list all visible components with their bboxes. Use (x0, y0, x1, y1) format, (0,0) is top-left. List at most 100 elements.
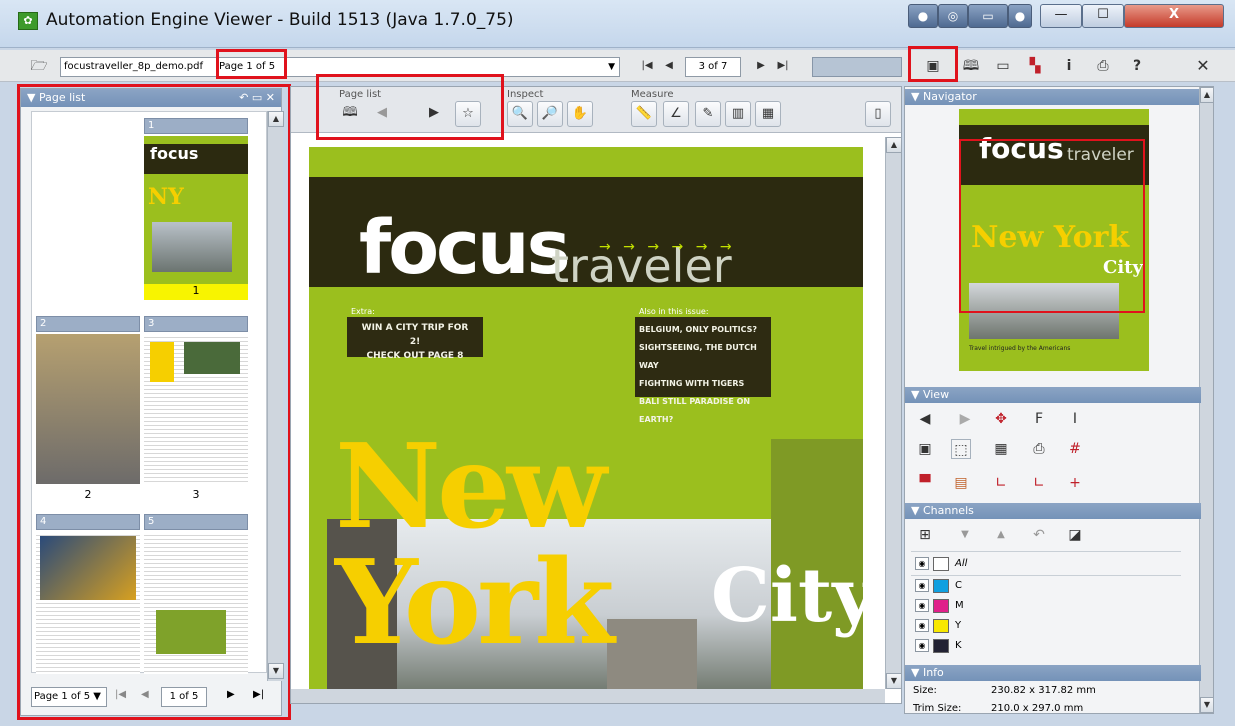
navigator-title: Navigator (922, 90, 977, 103)
scroll-down-icon[interactable]: ▼ (886, 673, 902, 689)
ruler-icon[interactable]: 📏 (631, 101, 657, 127)
info-icon[interactable]: i (1058, 57, 1080, 75)
thumb-page-2[interactable] (36, 334, 140, 484)
eye-icon[interactable]: ◉ (915, 639, 929, 652)
page-list-scrollbar[interactable]: ▲ ▼ (267, 111, 284, 681)
channel-label: C (955, 580, 962, 591)
table-icon[interactable]: ⊞ (915, 525, 935, 545)
also-label: Also in this issue: (639, 307, 709, 316)
eye-icon[interactable]: ◉ (915, 619, 929, 632)
book-icon[interactable]: 🕮 (960, 57, 982, 75)
thumb-page-5[interactable] (144, 532, 248, 674)
globe-icon[interactable]: ● (908, 4, 938, 28)
thumb-page-3-photo (184, 342, 240, 374)
star-icon[interactable]: ☆ (455, 101, 481, 127)
trim-box-icon[interactable]: ▣ (915, 439, 935, 459)
navigator-header: ▼ Navigator (905, 89, 1201, 105)
scroll-up-icon[interactable]: ▲ (268, 111, 284, 127)
bleed-box-icon[interactable]: ⬚ (951, 439, 971, 459)
page-indicator-input[interactable]: 3 of 7 (685, 57, 741, 77)
scroll-up-icon[interactable]: ▲ (1200, 87, 1214, 103)
prev-icon[interactable]: ◀ (915, 409, 935, 429)
maximize-button[interactable]: ☐ (1082, 4, 1124, 28)
grid-icon[interactable]: # (1065, 439, 1085, 459)
navigator-viewport[interactable] (959, 139, 1145, 313)
contrast-icon[interactable]: ◪ (1065, 525, 1085, 545)
thumb-photo (152, 222, 232, 272)
zoom-in-icon[interactable]: 🔍 (507, 101, 533, 127)
grid-measure-icon[interactable]: ▦ (755, 101, 781, 127)
spread-icon[interactable]: 🕮 (337, 101, 363, 127)
thumb-label-selected: 1 (144, 284, 248, 300)
page-field[interactable]: 1 of 5 (161, 687, 207, 707)
baseline-icon[interactable]: ▀ (915, 473, 935, 493)
prev-page-icon[interactable]: ◀ (658, 57, 680, 75)
next-icon[interactable]: ▶ (955, 409, 975, 429)
help-icon[interactable]: ? (1126, 57, 1148, 75)
thumb-page-4[interactable] (36, 532, 140, 674)
inspector-scrollbar[interactable]: ▲ ▼ (1199, 87, 1214, 713)
open-folder-icon[interactable]: 🗁 (28, 57, 50, 75)
file-selector[interactable]: focustraveller_8p_demo.pdf Page 1 of 5 ▼ (60, 57, 620, 77)
printer-icon[interactable]: ⎙ (1029, 439, 1049, 459)
prev-page-icon[interactable]: ◀ (141, 689, 149, 700)
document-view: Page list Inspect Measure 🕮 ◀ ▶ ☆ 🔍 🔎 ✋ … (290, 86, 902, 704)
window-icon[interactable]: ▭ (968, 4, 1008, 28)
close-button[interactable]: X (1124, 4, 1224, 28)
next-page-icon[interactable]: ▶ (750, 57, 772, 75)
window-title: Automation Engine Viewer - Build 1513 (J… (46, 10, 514, 30)
flip-icon[interactable]: F (1029, 409, 1049, 429)
print-icon[interactable]: ⎙ (1092, 57, 1114, 75)
eye-icon[interactable]: ◉ (915, 557, 929, 570)
eyedropper-icon[interactable]: ✎ (695, 101, 721, 127)
navigator-toggle-icon[interactable]: ▣ (922, 57, 944, 75)
down-icon[interactable]: ▼ (955, 525, 975, 545)
eye-icon[interactable]: ◉ (915, 599, 929, 612)
angle-icon[interactable]: ∟ (991, 473, 1011, 493)
close-document-icon[interactable]: ✕ (1192, 57, 1214, 75)
panel-toggle-icon[interactable]: ▯ (865, 101, 891, 127)
dot-icon[interactable]: ● (1008, 4, 1032, 28)
pattern-icon[interactable]: ▦ (991, 439, 1011, 459)
thumb-page-3[interactable] (144, 334, 248, 484)
main-toolbar: 🗁 focustraveller_8p_demo.pdf Page 1 of 5… (0, 50, 1235, 82)
first-page-icon[interactable]: |◀ (636, 57, 658, 75)
angle-icon[interactable]: ∠ (663, 101, 689, 127)
navigator-preview[interactable]: focus traveler New York City Travel intr… (959, 109, 1149, 371)
up-icon[interactable]: ▲ (991, 525, 1011, 545)
minimize-button[interactable]: — (1040, 4, 1082, 28)
document-scrollbar[interactable]: ▲ ▼ (885, 137, 902, 689)
app-icon: ✿ (18, 12, 38, 30)
page-canvas[interactable]: focus traveler → → → → → → Extra: Win a … (309, 147, 875, 693)
zoom-out-icon[interactable]: 🔎 (537, 101, 563, 127)
undo-icon[interactable]: ↶ (1029, 525, 1049, 545)
thumb-page-1[interactable]: focus NY (144, 136, 248, 284)
crosshair-icon[interactable]: + (1065, 473, 1085, 493)
text-tool-icon[interactable]: I (1065, 409, 1085, 429)
last-page-icon[interactable]: ▶| (253, 689, 264, 700)
horizontal-scrollbar[interactable] (291, 689, 885, 703)
next-spread-icon[interactable]: ▶ (421, 101, 447, 127)
zoom-field[interactable] (812, 57, 902, 77)
eye-icon[interactable]: ◉ (915, 579, 929, 592)
prev-spread-icon[interactable]: ◀ (369, 101, 395, 127)
last-page-icon[interactable]: ▶| (772, 57, 794, 75)
scroll-down-icon[interactable]: ▼ (268, 663, 284, 679)
first-page-icon[interactable]: |◀ (115, 689, 126, 700)
densitometer-icon[interactable]: ▥ (725, 101, 751, 127)
scroll-up-icon[interactable]: ▲ (886, 137, 902, 153)
panel-controls-icon[interactable]: ↶ ▭ ✕ (239, 89, 275, 107)
separations-icon[interactable]: ▚ (1024, 57, 1046, 75)
scroll-down-icon[interactable]: ▼ (1200, 697, 1214, 713)
next-page-icon[interactable]: ▶ (227, 689, 235, 700)
corner-icon[interactable]: ∟ (1029, 473, 1049, 493)
hand-icon[interactable]: ✋ (567, 101, 593, 127)
overlay-icon[interactable]: ▤ (951, 473, 971, 493)
move-icon[interactable]: ✥ (991, 409, 1011, 429)
chevron-down-icon[interactable]: ▼ (608, 58, 615, 76)
frame-icon[interactable]: ▭ (992, 57, 1014, 75)
layers-icon[interactable]: ◎ (938, 4, 968, 28)
also-line: Fighting with tigers (639, 379, 745, 388)
page-select[interactable]: Page 1 of 5 ▼ (31, 687, 107, 707)
page-count: Page 1 of 5 (219, 61, 276, 72)
